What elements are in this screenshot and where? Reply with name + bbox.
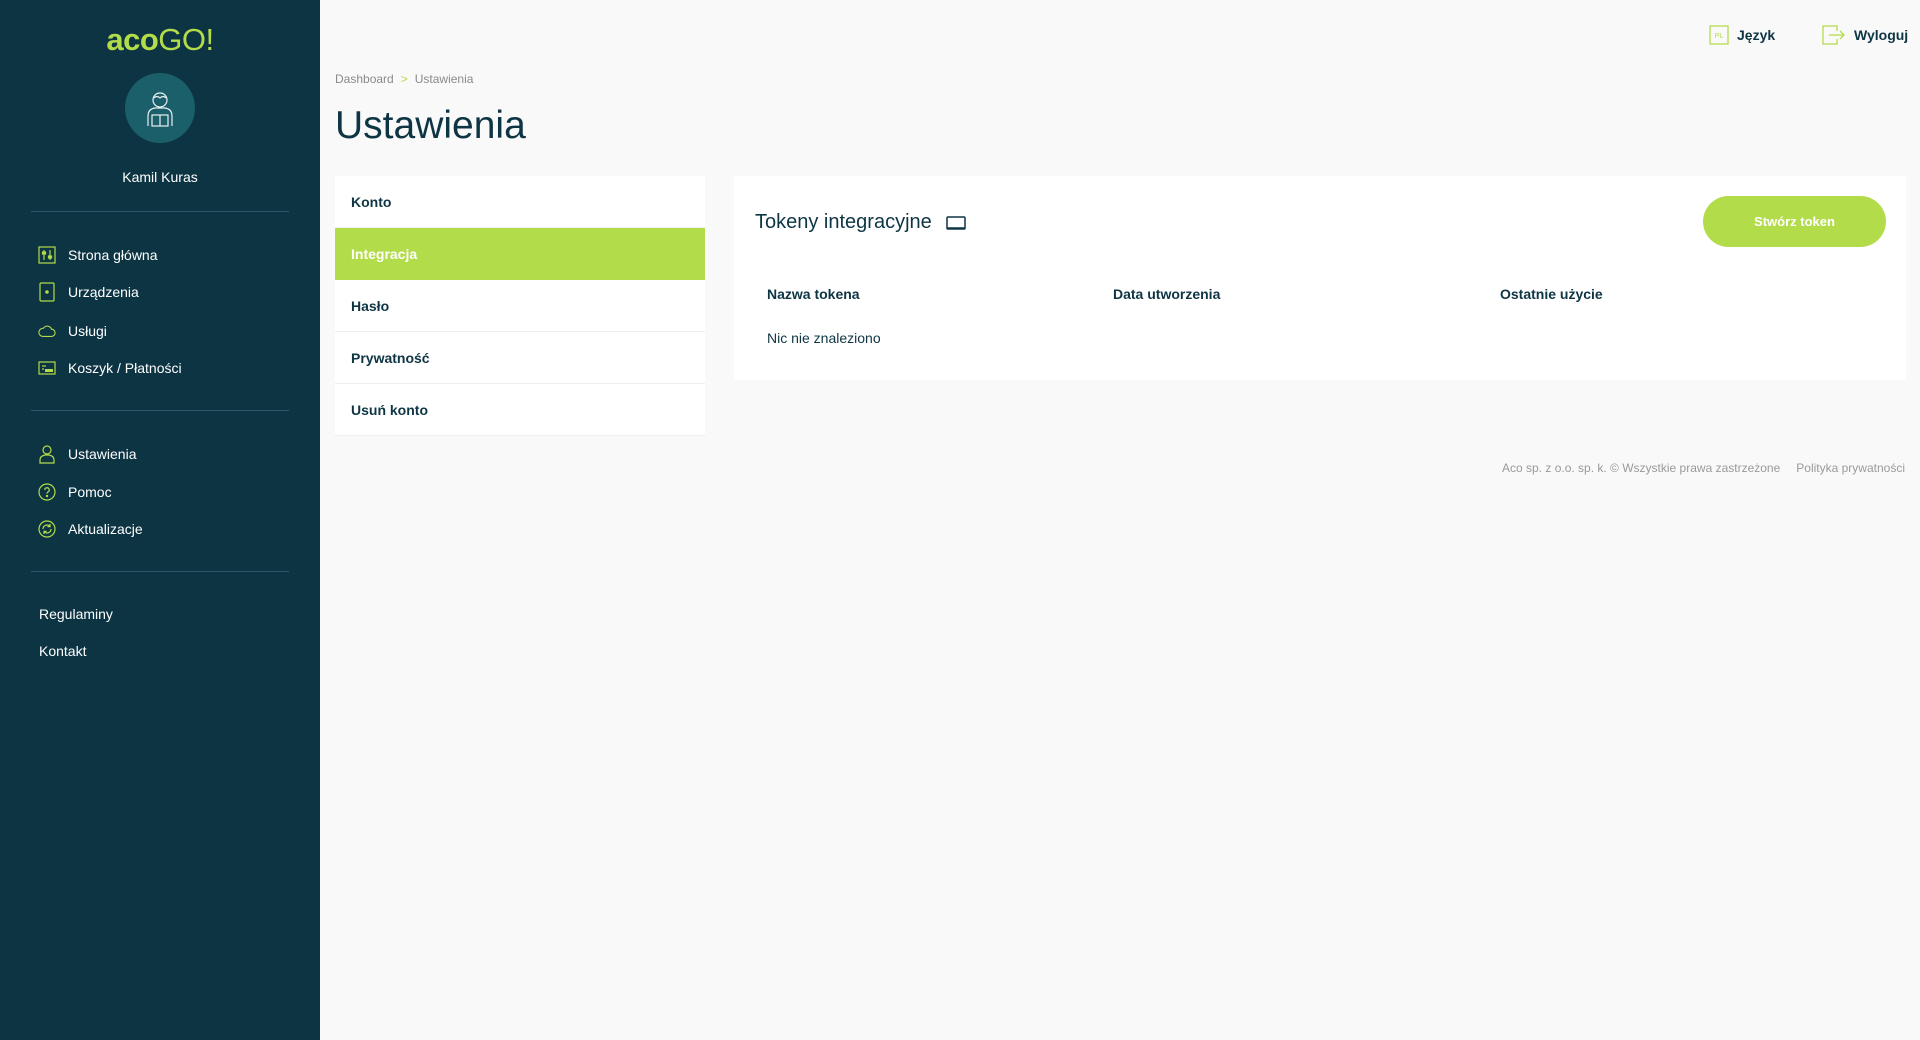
help-icon [38,483,56,501]
language-flag-icon: PL [1709,25,1729,45]
settings-tab-password[interactable]: Hasło [335,280,705,332]
sidebar: acoGO! Kamil Kuras Strona główna Urządze… [0,0,320,1040]
settings-tab-privacy[interactable]: Prywatność [335,332,705,384]
sidebar-item-label: Aktualizacje [68,521,143,537]
language-code: PL [1715,33,1724,40]
sidebar-divider [31,211,289,212]
empty-state-text: Nic nie znaleziono [767,330,881,346]
contact-link[interactable]: Kontakt [39,643,86,659]
settings-menu: Konto Integracja Hasło Prywatność Usuń k… [335,176,705,436]
sidebar-item-services[interactable]: Usługi [38,320,107,342]
sidebar-item-label: Koszyk / Płatności [68,360,182,376]
footer-copyright: Aco sp. z o.o. sp. k. © Wszystkie prawa … [1502,461,1781,475]
column-header-last-used[interactable]: Ostatnie użycie [1500,286,1603,302]
privacy-policy-link[interactable]: Polityka prywatności [1796,461,1905,475]
sidebar-item-devices[interactable]: Urządzenia [38,281,139,303]
breadcrumb-separator: > [400,72,408,86]
cloud-icon [38,322,56,340]
panel-title-text: Tokeny integracyjne [755,211,932,233]
sidebar-item-label: Strona główna [68,247,158,263]
logout-icon [1822,25,1846,45]
column-header-created-date[interactable]: Data utworzenia [1113,286,1220,302]
sidebar-item-updates[interactable]: Aktualizacje [38,518,143,540]
tokens-panel: Tokeny integracyjne Stwórz token Nazwa t… [734,176,1906,380]
device-icon [38,282,56,302]
sidebar-divider [31,410,289,411]
user-name: Kamil Kuras [122,169,198,185]
language-button[interactable]: PL Język [1709,25,1775,45]
sidebar-item-label: Pomoc [68,484,112,500]
logout-label: Wyloguj [1854,27,1909,43]
payment-icon [38,359,56,377]
panel-title: Tokeny integracyjne [755,211,966,234]
create-token-button[interactable]: Stwórz token [1703,196,1886,247]
logo-part-aco: aco [106,22,159,57]
sidebar-item-settings[interactable]: Ustawienia [38,443,136,465]
sidebar-item-label: Usługi [68,323,107,339]
sidebar-item-home[interactable]: Strona główna [38,244,158,266]
footer: Aco sp. z o.o. sp. k. © Wszystkie prawa … [1486,461,1905,475]
breadcrumb-dashboard[interactable]: Dashboard [335,72,394,86]
sidebar-divider [31,571,289,572]
dashboard-icon [38,246,56,264]
app-logo[interactable]: acoGO! [0,22,320,58]
terms-link[interactable]: Regulaminy [39,606,113,622]
sidebar-item-label: Ustawienia [68,446,137,462]
column-header-token-name[interactable]: Nazwa tokena [767,286,860,302]
logout-button[interactable]: Wyloguj [1822,25,1908,45]
breadcrumb: Dashboard > Ustawienia [335,72,473,86]
breadcrumb-current: Ustawienia [414,72,474,86]
refresh-icon [38,520,56,538]
language-label: Język [1737,27,1776,43]
sidebar-item-label: Urządzenia [68,284,139,300]
book-icon[interactable] [946,215,966,231]
logo-part-go: GO! [158,22,214,57]
sidebar-item-help[interactable]: Pomoc [38,481,112,503]
page-title: Ustawienia [335,104,526,147]
user-settings-icon [38,445,56,464]
avatar[interactable] [125,73,195,143]
settings-tab-account[interactable]: Konto [335,176,705,228]
settings-tab-integration[interactable]: Integracja [335,228,705,280]
settings-tab-delete-account[interactable]: Usuń konto [335,384,705,436]
sidebar-item-cart[interactable]: Koszyk / Płatności [38,357,182,379]
user-avatar-icon [147,92,173,127]
